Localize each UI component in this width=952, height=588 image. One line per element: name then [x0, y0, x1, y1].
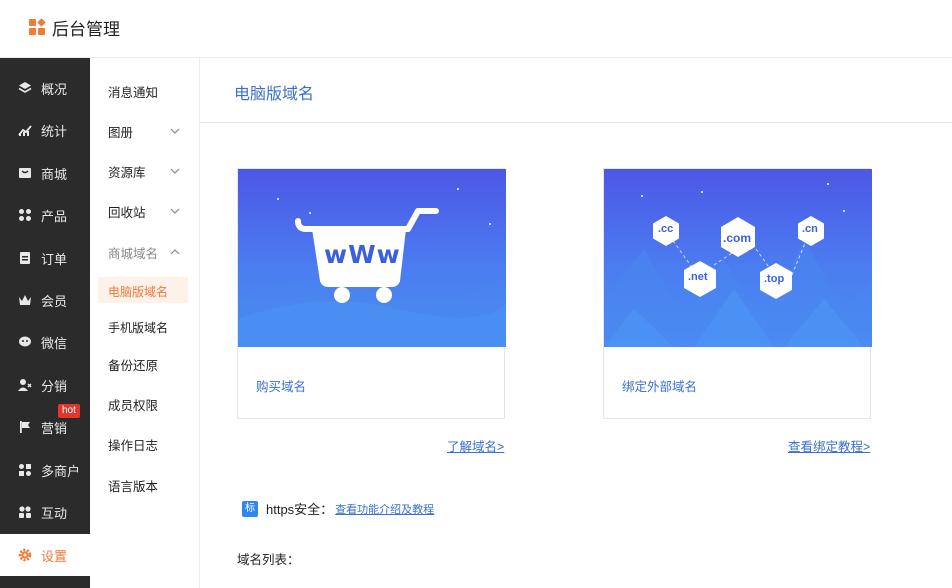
subnav-label: 语言版本 [108, 480, 159, 494]
bind-domain-card[interactable]: .cc .com .cn .net .top 绑定外部域名 [603, 168, 872, 419]
interact-icon [17, 504, 33, 520]
chart-icon [17, 122, 33, 138]
page-title: 电脑版域名 [234, 86, 315, 103]
tld-cc: .cc [658, 223, 674, 235]
main-content: 电脑版域名 wWw 购买域名 了解域名> .cc .com .cn .net .… [200, 58, 952, 588]
chevron-down-icon [170, 204, 180, 218]
subnav-item-recycle-bin[interactable]: 回收站 [108, 202, 180, 221]
sidebar-item-label: 订单 [41, 251, 68, 267]
sidebar-item-label: 商城 [41, 166, 68, 182]
users-icon [17, 377, 33, 393]
subnav-item-mobile-domain[interactable]: 手机版域名 [108, 319, 168, 336]
domain-list-title: 域名列表： [237, 553, 300, 567]
subnav-label: 操作日志 [108, 439, 159, 453]
sidebar-item-label: 分销 [41, 378, 68, 394]
sidebar-item-wechat[interactable]: 微信 [0, 321, 90, 363]
buy-domain-label[interactable]: 购买域名 [256, 376, 306, 395]
subnav-item-language[interactable]: 语言版本 [108, 476, 158, 495]
sidebar-item-label: 概况 [41, 81, 68, 97]
https-tutorial-link[interactable]: 查看功能介绍及教程 [335, 501, 434, 517]
bind-domain-label[interactable]: 绑定外部域名 [622, 376, 697, 395]
sidebar-item-label: 会员 [41, 293, 68, 309]
chevron-down-icon [170, 164, 180, 178]
subnav-label: 消息通知 [108, 86, 159, 100]
clipboard-icon [17, 250, 33, 266]
tag-icon: 标 [242, 500, 258, 517]
sidebar-item-store[interactable]: 商城 [0, 152, 90, 194]
sidebar-item-label: 统计 [41, 123, 68, 139]
sidebar-item-label: 多商户 [41, 463, 81, 479]
subnav-item-permissions[interactable]: 成员权限 [108, 395, 158, 414]
flag-icon [17, 419, 33, 435]
sidebar-item-label: 产品 [41, 208, 68, 224]
learn-domain-link[interactable]: 了解域名> [447, 436, 504, 455]
main-sidebar: 概况 统计 商城 产品 订单 会员 微信 分销 营销 多商户 互动 设置 hot [0, 58, 90, 588]
subnav-label: 资源库 [108, 166, 146, 180]
sidebar-item-label: 互动 [41, 505, 68, 521]
subnav-item-notifications[interactable]: 消息通知 [108, 82, 158, 101]
sidebar-item-label: 营销 [41, 420, 68, 436]
sub-nav: 消息通知 图册 资源库 回收站 商城域名 电脑版域名 手机版域名 备份还原 成员… [90, 58, 200, 588]
subnav-item-backup[interactable]: 备份还原 [108, 355, 158, 374]
tld-top: .top [764, 273, 785, 285]
sidebar-item-orders[interactable]: 订单 [0, 237, 90, 279]
subnav-label: 备份还原 [108, 359, 159, 373]
sidebar-item-products[interactable]: 产品 [0, 194, 90, 236]
buy-domain-illustration: wWw [238, 169, 506, 347]
bind-tutorial-link[interactable]: 查看绑定教程> [788, 436, 870, 455]
grid-icon [17, 207, 33, 223]
sidebar-item-members[interactable]: 会员 [0, 279, 90, 321]
sidebar-item-settings[interactable]: 设置 [0, 534, 90, 576]
sidebar-item-label: 设置 [41, 548, 68, 564]
chevron-down-icon [170, 124, 180, 138]
sidebar-item-interaction[interactable]: 互动 [0, 491, 90, 533]
crown-icon [17, 292, 33, 308]
subnav-item-pc-domain[interactable]: 电脑版域名 [108, 283, 168, 300]
page-header: 电脑版域名 [200, 58, 952, 123]
chat-icon [17, 334, 33, 350]
subnav-label: 商城域名 [108, 247, 159, 261]
tld-net: .net [688, 271, 708, 283]
subnav-label: 图册 [108, 126, 134, 140]
https-security-row: 标 https安全： 查看功能介绍及教程 [242, 499, 434, 518]
sidebar-item-stats[interactable]: 统计 [0, 109, 90, 151]
subnav-item-logs[interactable]: 操作日志 [108, 435, 158, 454]
logo-icon [29, 18, 46, 36]
sidebar-item-overview[interactable]: 概况 [0, 67, 90, 109]
layers-icon [17, 80, 33, 96]
subnav-label: 手机版域名 [108, 321, 169, 335]
subnav-item-store-domain[interactable]: 商城域名 [108, 243, 180, 262]
sidebar-footer [0, 576, 90, 588]
gear-icon [17, 547, 33, 563]
subnav-label: 成员权限 [108, 399, 159, 413]
logo[interactable]: 后台管理 [29, 15, 120, 40]
chevron-up-icon [170, 245, 180, 259]
top-bar: 后台管理 [0, 0, 952, 58]
store-icon [17, 165, 33, 181]
bind-domain-illustration: .cc .com .cn .net .top [604, 169, 872, 347]
sidebar-item-distribution[interactable]: 分销 [0, 364, 90, 406]
subnav-label: 回收站 [108, 206, 146, 220]
www-art-text: wWw [324, 240, 401, 269]
app-title: 后台管理 [52, 20, 120, 39]
tld-com: .com [723, 231, 752, 245]
merchant-icon [17, 462, 33, 478]
buy-domain-card[interactable]: wWw 购买域名 [237, 168, 506, 419]
subnav-item-album[interactable]: 图册 [108, 122, 180, 141]
subnav-label: 电脑版域名 [108, 285, 169, 299]
sidebar-item-multi-merchant[interactable]: 多商户 [0, 449, 90, 491]
https-label: https安全： [266, 502, 334, 517]
sidebar-item-label: 微信 [41, 335, 68, 351]
hot-badge: hot [58, 404, 80, 418]
subnav-item-resources[interactable]: 资源库 [108, 162, 180, 181]
tld-cn: .cn [802, 223, 818, 235]
